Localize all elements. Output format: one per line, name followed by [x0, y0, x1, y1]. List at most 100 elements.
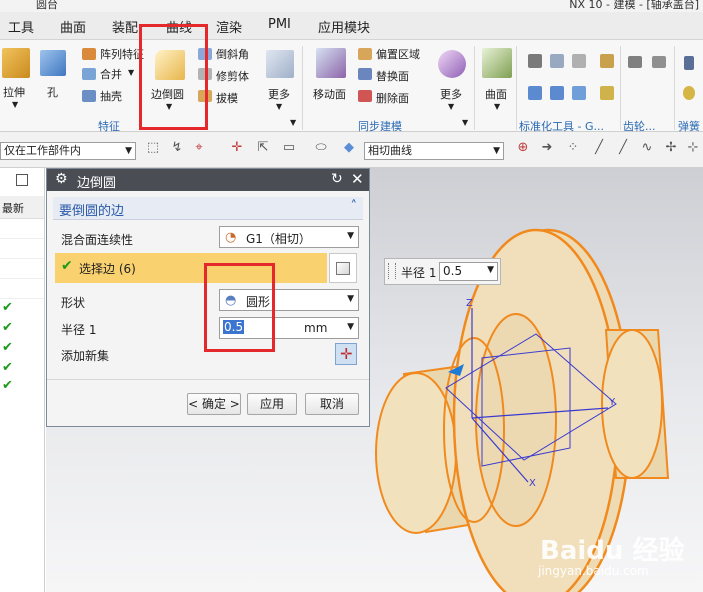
std-tool-icon[interactable] — [600, 86, 614, 100]
chevron-down-icon[interactable]: ▼ — [276, 102, 282, 111]
gear-icon[interactable]: ⚙ — [55, 171, 68, 187]
y-axis-label: Y — [609, 397, 616, 408]
gear-tool-icon[interactable] — [628, 56, 642, 68]
reset-icon[interactable]: ↻ — [331, 171, 343, 187]
replace-face-label[interactable]: 替换面 — [376, 68, 409, 84]
surface-icon[interactable] — [482, 48, 512, 78]
pattern-icon[interactable] — [82, 48, 96, 60]
filter-scope-select[interactable]: 仅在工作部件内 ▼ — [0, 142, 136, 160]
radius-widget-value: 0.5 — [443, 264, 463, 278]
ok-button[interactable]: < 确定 > — [187, 393, 241, 415]
point-icon[interactable]: ⊹ — [686, 141, 700, 155]
draft-label[interactable]: 拔模 — [216, 90, 238, 106]
shape-label: 形状 — [61, 296, 86, 310]
pattern-label[interactable]: 阵列特征 — [100, 46, 144, 62]
delete-face-label[interactable]: 删除面 — [376, 90, 409, 106]
chamfer-label[interactable]: 倒斜角 — [216, 46, 249, 62]
menu-tools[interactable]: 工具 — [8, 17, 34, 36]
gear-tool-icon[interactable] — [652, 56, 666, 68]
dialog-divider — [47, 379, 369, 380]
add-new-set-button[interactable]: ✛ — [335, 343, 357, 365]
hole-label[interactable]: 孔 — [47, 84, 58, 100]
move-face-icon[interactable] — [316, 48, 346, 78]
move-face-label[interactable]: 移动面 — [313, 86, 346, 102]
offset-region-icon[interactable] — [358, 48, 372, 60]
select-icon[interactable]: ⇱ — [256, 141, 270, 155]
x-axis-label: X — [529, 478, 536, 489]
std-tool-icon[interactable] — [572, 86, 586, 100]
delete-face-icon[interactable] — [358, 90, 372, 102]
snap-icon[interactable]: ↯ — [170, 141, 184, 155]
shell-label[interactable]: 抽壳 — [100, 88, 122, 104]
spring-icon[interactable] — [683, 86, 695, 100]
more-features-label[interactable]: 更多 — [268, 86, 290, 102]
chevron-down-icon[interactable]: ▼ — [290, 118, 296, 127]
arrow-right-icon[interactable]: ➜ — [540, 141, 554, 155]
snap-point-icon[interactable]: ⊕ — [516, 141, 530, 155]
std-tool-icon[interactable] — [528, 86, 542, 100]
curve-rule-select[interactable]: 相切曲线 ▼ — [364, 142, 504, 160]
more-sync-label[interactable]: 更多 — [440, 86, 462, 102]
std-tool-icon[interactable] — [572, 54, 586, 68]
menu-surface[interactable]: 曲面 — [60, 17, 86, 36]
unite-icon[interactable] — [82, 68, 96, 80]
collapse-icon[interactable]: ˄ — [351, 199, 358, 214]
row-divider — [0, 278, 44, 279]
spring-icon[interactable] — [684, 56, 694, 70]
unite-label[interactable]: 合并 — [100, 66, 122, 82]
std-tool-icon[interactable] — [600, 54, 614, 68]
radius-unit[interactable]: mm — [304, 321, 327, 335]
extrude-icon[interactable] — [2, 48, 30, 78]
more-features-icon[interactable] — [266, 50, 294, 78]
highlight-edge-blend — [139, 24, 208, 130]
chevron-down-icon[interactable]: ▼ — [462, 118, 468, 127]
menu-pmi[interactable]: PMI — [268, 17, 291, 32]
crosshair-icon[interactable]: ✢ — [664, 141, 678, 155]
drag-handle[interactable] — [388, 263, 396, 279]
body-select-icon[interactable]: ⬭ — [314, 141, 328, 155]
more-sync-icon[interactable] — [438, 50, 466, 78]
extrude-label[interactable]: 拉伸 — [3, 84, 25, 100]
maximize-icon[interactable] — [16, 174, 28, 186]
hole-icon[interactable] — [40, 50, 66, 76]
line-icon[interactable]: ╱ — [616, 141, 630, 155]
chevron-down-icon[interactable]: ▼ — [128, 68, 134, 77]
menu-assembly[interactable]: 装配 — [112, 17, 138, 36]
tangent-icon: ◔ — [225, 230, 237, 245]
select-icon[interactable]: ✛ — [230, 141, 244, 155]
continuity-select[interactable]: ◔ G1（相切） ▼ — [219, 226, 359, 248]
edges-section-header[interactable]: 要倒圆的边 ˄ — [53, 197, 363, 220]
replace-face-icon[interactable] — [358, 68, 372, 80]
offset-region-label[interactable]: 偏置区域 — [376, 46, 420, 62]
snap-icon[interactable]: ⬚ — [146, 141, 160, 155]
std-tool-icon[interactable] — [550, 86, 564, 100]
curve-icon[interactable]: ∿ — [640, 141, 654, 155]
radius-widget-input[interactable]: 0.5 ▼ — [439, 262, 498, 281]
face-select-icon[interactable]: ◆ — [342, 141, 356, 155]
menu-render[interactable]: 渲染 — [216, 17, 242, 36]
chevron-down-icon[interactable]: ▼ — [448, 102, 454, 111]
chevron-down-icon[interactable]: ▼ — [12, 100, 18, 109]
cancel-button[interactable]: 取消 — [305, 393, 359, 415]
window-title-left: 圆台 — [36, 0, 58, 11]
menu-application[interactable]: 应用模块 — [318, 17, 370, 36]
box-select-icon[interactable]: ▭ — [282, 141, 296, 155]
select-icon[interactable]: ⌖ — [192, 141, 206, 155]
close-icon[interactable]: ✕ — [351, 170, 364, 188]
std-tool-icon[interactable] — [528, 54, 542, 68]
ribbon-separator — [620, 46, 621, 130]
select-edge-label: 选择边 (6) — [79, 262, 136, 276]
trim-body-label[interactable]: 修剪体 — [216, 68, 249, 84]
std-tool-icon[interactable] — [550, 54, 564, 68]
chevron-down-icon[interactable]: ▼ — [494, 102, 500, 111]
apply-button[interactable]: 应用 — [247, 393, 297, 415]
dialog-title-bar[interactable]: ⚙ 边倒圆 ↻ ✕ — [47, 169, 369, 191]
line-icon[interactable]: ╱ — [592, 141, 606, 155]
select-edge-row[interactable]: ✔ 选择边 (6) — [55, 253, 327, 283]
check-icon: ✔ — [2, 378, 13, 393]
snap-point-icon[interactable]: ⁘ — [566, 141, 580, 155]
select-edge-button[interactable] — [329, 253, 357, 283]
dialog-title: 边倒圆 — [77, 176, 117, 191]
surface-label[interactable]: 曲面 — [485, 86, 507, 102]
shell-icon[interactable] — [82, 90, 96, 102]
